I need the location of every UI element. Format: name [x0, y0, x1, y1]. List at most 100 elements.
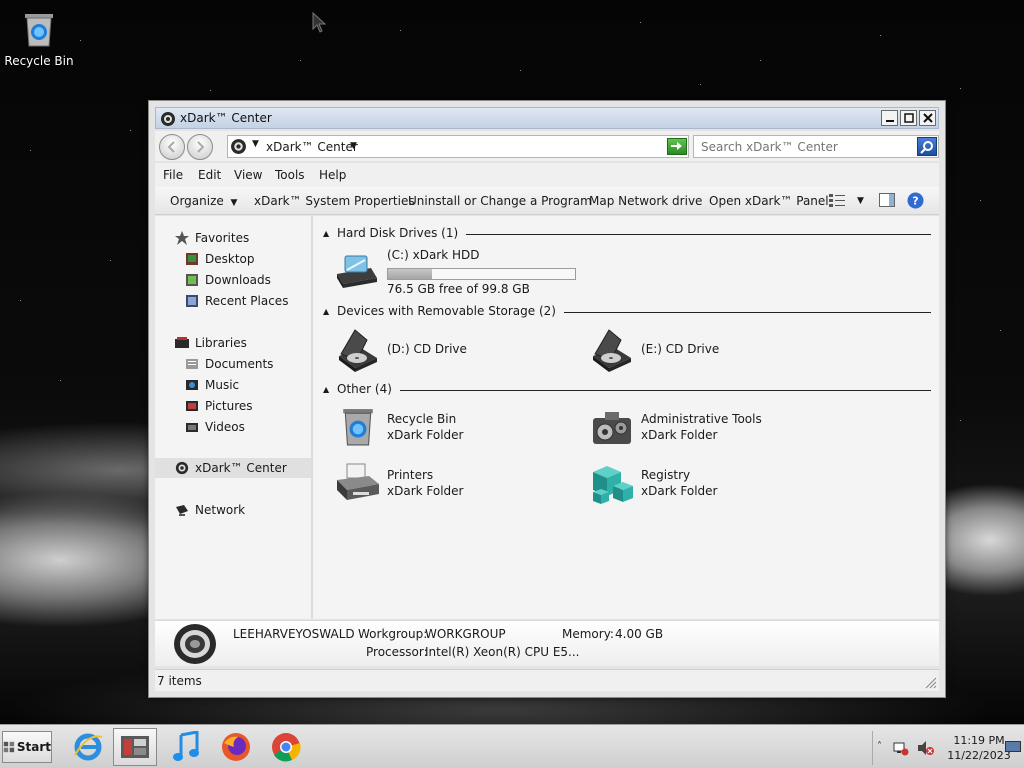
svg-text:?: ?	[912, 195, 918, 208]
minimize-icon	[885, 120, 894, 122]
recycle-bin-type: xDark Folder	[387, 428, 464, 442]
downloads-folder-icon	[186, 274, 198, 286]
nav-libraries[interactable]: Libraries	[155, 333, 311, 353]
maximize-button[interactable]	[900, 110, 917, 126]
breadcrumb-arrow-icon[interactable]: ▼	[252, 139, 259, 149]
search-input[interactable]	[694, 136, 914, 157]
system-properties-button[interactable]: xDark™ System Properties	[254, 194, 415, 208]
nav-downloads[interactable]: Downloads	[155, 270, 311, 290]
nav-pictures[interactable]: Pictures	[155, 396, 311, 416]
processor-value: Intel(R) Xeon(R) CPU E5...	[425, 645, 580, 659]
nav-favorites[interactable]: Favorites	[155, 228, 311, 248]
administrative-tools-tile[interactable]: Administrative Tools xDark Folder	[589, 406, 829, 454]
search-box[interactable]	[693, 135, 939, 158]
map-network-drive-button[interactable]: Map Network drive	[589, 194, 702, 208]
uninstall-program-button[interactable]: Uninstall or Change a Program	[408, 194, 592, 208]
registry-type: xDark Folder	[641, 484, 718, 498]
nav-xdark-center-label: xDark™ Center	[195, 461, 287, 475]
taskbar-firefox[interactable]	[214, 728, 258, 766]
view-dropdown-icon[interactable]: ▼	[857, 196, 864, 206]
group-header-other[interactable]: ▲ Other (4)	[323, 382, 931, 398]
registry-tile[interactable]: Registry xDark Folder	[589, 462, 829, 510]
menu-help[interactable]: Help	[319, 168, 346, 182]
drive-c-usage-fill	[388, 269, 432, 279]
desktop-recycle-bin[interactable]: Recycle Bin	[4, 10, 74, 68]
xdark-logo-icon	[175, 461, 189, 475]
refresh-button[interactable]	[667, 138, 687, 155]
forward-button[interactable]	[187, 134, 213, 160]
drive-c-tile[interactable]: (C:) xDark HDD 76.5 GB free of 99.8 GB	[335, 248, 576, 296]
view-list-icon	[829, 194, 845, 207]
recycle-bin-name: Recycle Bin	[387, 412, 457, 426]
nav-videos[interactable]: Videos	[155, 417, 311, 437]
open-panel-button[interactable]: Open xDark™ Panel	[709, 194, 829, 208]
taskbar-itunes[interactable]	[164, 728, 208, 766]
star-icon	[175, 231, 189, 245]
recycle-bin-tile[interactable]: Recycle Bin xDark Folder	[335, 406, 575, 454]
address-row: ▼ xDark™ Center ▼ ▼	[155, 131, 939, 161]
group-header-removable[interactable]: ▲ Devices with Removable Storage (2)	[323, 304, 931, 320]
nav-favorites-label: Favorites	[195, 231, 250, 245]
pictures-icon	[186, 401, 198, 411]
drive-e-tile[interactable]: (E:) CD Drive	[589, 326, 829, 374]
network-status-icon[interactable]	[893, 740, 909, 756]
command-bar: Organize ▼ xDark™ System Properties Unin…	[155, 187, 939, 215]
volume-muted-icon[interactable]	[917, 740, 935, 756]
menu-tools[interactable]: Tools	[275, 168, 305, 182]
desktop-folder-icon	[186, 253, 198, 265]
nav-documents[interactable]: Documents	[155, 354, 311, 374]
breadcrumb-chevron-icon[interactable]: ▼	[350, 141, 357, 151]
nav-desktop-label: Desktop	[205, 252, 255, 266]
cd-drive-icon	[339, 329, 377, 372]
refresh-icon	[671, 142, 682, 150]
show-hidden-icons-icon[interactable]: ˄	[877, 741, 882, 752]
content-area: Favorites Desktop Downloads Recent Place…	[155, 216, 939, 619]
view-options-button[interactable]	[829, 193, 845, 210]
minimize-button[interactable]	[881, 110, 898, 126]
menu-file[interactable]: File	[163, 168, 183, 182]
show-desktop-icon[interactable]	[1005, 739, 1021, 755]
start-label: Start	[16, 740, 51, 754]
search-button[interactable]	[917, 137, 937, 156]
back-button[interactable]	[159, 134, 185, 160]
cd-drive-icon	[593, 329, 631, 372]
breadcrumb-location[interactable]: xDark™ Center	[266, 140, 358, 154]
recent-places-icon	[186, 295, 198, 307]
nav-recent-places[interactable]: Recent Places	[155, 291, 311, 311]
explorer-app-icon	[121, 736, 149, 758]
taskbar: Start ˄ 11:19 PM 11/22/2023	[0, 724, 1024, 768]
group-title-removable: Devices with Removable Storage (2)	[337, 304, 564, 318]
drive-d-tile[interactable]: (D:) CD Drive	[335, 326, 575, 374]
help-button[interactable]: ?	[907, 192, 924, 212]
start-button[interactable]: Start	[2, 731, 52, 763]
organize-button[interactable]: Organize ▼	[170, 194, 237, 208]
nav-network[interactable]: Network	[155, 500, 311, 520]
preview-pane-icon	[879, 193, 895, 207]
nav-libraries-label: Libraries	[195, 336, 247, 350]
address-bar[interactable]: ▼ xDark™ Center ▼ ▼	[227, 135, 689, 158]
memory-value: 4.00 GB	[615, 627, 664, 641]
nav-desktop[interactable]: Desktop	[155, 249, 311, 269]
menu-edit[interactable]: Edit	[198, 168, 221, 182]
computer-name: LEEHARVEYOSWALD	[233, 627, 355, 641]
printers-tile[interactable]: Printers xDark Folder	[335, 462, 575, 510]
firefox-icon	[222, 733, 250, 761]
group-header-hdd[interactable]: ▲ Hard Disk Drives (1)	[323, 226, 931, 242]
taskbar-internet-explorer[interactable]	[66, 728, 110, 766]
close-button[interactable]	[919, 110, 936, 126]
xdark-logo-icon	[161, 112, 175, 126]
workgroup-value: WORKGROUP	[425, 627, 506, 641]
nav-music[interactable]: Music	[155, 375, 311, 395]
music-note-icon	[173, 731, 199, 761]
videos-icon	[186, 423, 198, 432]
taskbar-explorer-window[interactable]	[113, 728, 157, 766]
memory-label: Memory:	[562, 627, 614, 641]
internet-explorer-icon	[74, 733, 103, 761]
navigation-pane: Favorites Desktop Downloads Recent Place…	[155, 216, 313, 619]
preview-pane-button[interactable]	[879, 193, 895, 210]
menu-view[interactable]: View	[234, 168, 262, 182]
taskbar-chrome[interactable]	[264, 728, 308, 766]
nav-xdark-center[interactable]: xDark™ Center	[155, 458, 311, 478]
title-bar[interactable]: xDark™ Center	[155, 107, 939, 129]
resize-grip-icon[interactable]	[925, 677, 937, 689]
